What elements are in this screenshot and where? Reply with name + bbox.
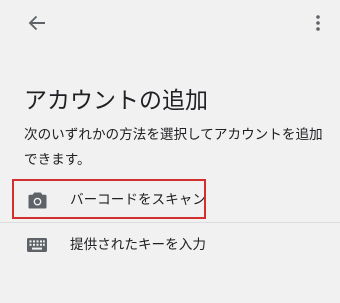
enter-key-option[interactable]: 提供されたキーを入力: [0, 222, 340, 268]
page-description: 次のいずれかの方法を選択してアカウントを追加できます。: [24, 127, 323, 168]
more-vert-icon: [316, 15, 320, 31]
scan-barcode-label: バーコードをスキャン: [70, 192, 206, 208]
more-options-button[interactable]: [308, 11, 328, 35]
page-title: アカウントの追加: [24, 88, 208, 114]
camera-icon: [26, 190, 48, 210]
back-button[interactable]: [24, 11, 50, 35]
keyboard-icon: [26, 235, 48, 255]
enter-key-label: 提供されたキーを入力: [70, 237, 206, 253]
top-app-bar: [0, 0, 340, 46]
arrow-left-icon: [28, 15, 45, 31]
scan-barcode-option[interactable]: バーコードをスキャン: [0, 177, 340, 223]
